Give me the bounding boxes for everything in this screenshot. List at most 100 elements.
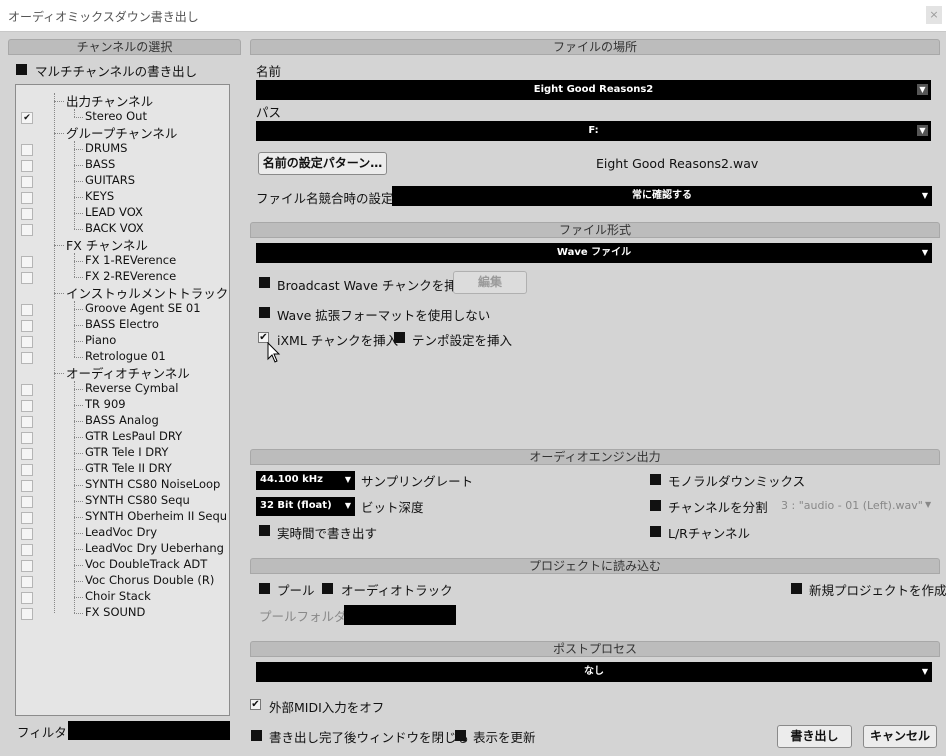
tree-connector — [74, 501, 83, 502]
split-preview[interactable]: 3 : "audio - 01 (Left).wav" — [781, 499, 923, 512]
channel-checkbox[interactable]: ✔ — [21, 112, 33, 124]
channel-checkbox[interactable] — [21, 400, 33, 412]
channel-checkbox[interactable] — [21, 160, 33, 172]
channel-checkbox[interactable] — [21, 576, 33, 588]
tree-connector — [54, 293, 64, 294]
tree-channel-row[interactable]: Voc Chorus Double (R) — [16, 573, 229, 589]
channel-checkbox[interactable] — [21, 432, 33, 444]
export-button[interactable]: 書き出し — [777, 725, 852, 748]
format-dropdown[interactable]: Wave ファイル ▼ — [256, 243, 932, 263]
pool-folder-field[interactable] — [344, 605, 456, 625]
channel-checkbox[interactable] — [21, 320, 33, 332]
channel-checkbox[interactable] — [21, 384, 33, 396]
channel-checkbox[interactable] — [21, 256, 33, 268]
channel-checkbox[interactable] — [21, 560, 33, 572]
ixml-label: iXML チャンクを挿入 — [277, 333, 399, 348]
channel-label: LeadVoc Dry Ueberhang — [85, 541, 224, 555]
channel-tree[interactable]: 出力チャンネル ✔ Stereo Out グループチャンネル DRUMS BASS GUIT… — [15, 84, 230, 716]
chevron-down-icon[interactable]: ▼ — [925, 500, 931, 509]
tree-channel-row[interactable]: GTR Tele II DRY — [16, 461, 229, 477]
naming-pattern-button[interactable]: 名前の設定パターン… — [258, 152, 387, 175]
channel-checkbox[interactable] — [21, 528, 33, 540]
tree-channel-row[interactable]: GUITARS — [16, 173, 229, 189]
lr-checkbox[interactable] — [650, 526, 661, 537]
tree-channel-row[interactable]: LEAD VOX — [16, 205, 229, 221]
tree-channel-row[interactable]: Reverse Cymbal — [16, 381, 229, 397]
tree-channel-row[interactable]: KEYS — [16, 189, 229, 205]
name-value: Eight Good Reasons2 — [533, 84, 654, 95]
tree-channel-row[interactable]: GTR Tele I DRY — [16, 445, 229, 461]
close-icon[interactable]: × — [926, 6, 942, 24]
midi-off-checkbox[interactable]: ✔ — [250, 699, 261, 710]
bit-depth-value: 32 Bit (float) — [260, 500, 332, 511]
path-field[interactable]: F: ▼ — [256, 121, 931, 141]
channel-checkbox[interactable] — [21, 512, 33, 524]
broadcast-checkbox[interactable] — [259, 277, 270, 288]
lr-label: L/Rチャンネル — [668, 526, 750, 541]
file-location-header: ファイルの場所 — [250, 39, 940, 55]
channel-checkbox[interactable] — [21, 464, 33, 476]
tree-channel-row[interactable]: SYNTH CS80 Sequ — [16, 493, 229, 509]
new-project-checkbox[interactable] — [791, 583, 802, 594]
channel-checkbox[interactable] — [21, 544, 33, 556]
channel-label: SYNTH Oberheim II Sequ — [85, 509, 228, 523]
tree-channel-row[interactable]: SYNTH CS80 NoiseLoop — [16, 477, 229, 493]
audio-track-checkbox[interactable] — [322, 583, 333, 594]
tree-connector — [74, 341, 83, 342]
tree-channel-row[interactable]: Piano — [16, 333, 229, 349]
tree-channel-row[interactable]: LeadVoc Dry — [16, 525, 229, 541]
chevron-down-icon[interactable]: ▼ — [917, 84, 928, 95]
tree-channel-row[interactable]: Groove Agent SE 01 — [16, 301, 229, 317]
no-extended-checkbox[interactable] — [259, 307, 270, 318]
tree-channel-row[interactable]: BASS — [16, 157, 229, 173]
multichannel-checkbox[interactable] — [16, 64, 27, 75]
split-checkbox[interactable] — [650, 500, 661, 511]
tree-channel-row[interactable]: BASS Electro — [16, 317, 229, 333]
mono-label: モノラルダウンミックス — [668, 474, 806, 489]
tree-channel-row[interactable]: Choir Stack — [16, 589, 229, 605]
sample-rate-dropdown[interactable]: 44.100 kHz ▼ — [256, 471, 355, 490]
tree-channel-row[interactable]: Voc DoubleTrack ADT — [16, 557, 229, 573]
edit-button[interactable]: 編集 — [453, 271, 527, 294]
channel-checkbox[interactable] — [21, 352, 33, 364]
channel-label: GTR Tele I DRY — [85, 445, 169, 459]
midi-off-label: 外部MIDI入力をオフ — [269, 700, 385, 715]
tree-channel-row[interactable]: FX SOUND — [16, 605, 229, 621]
bit-depth-dropdown[interactable]: 32 Bit (float) ▼ — [256, 497, 355, 516]
channel-checkbox[interactable] — [21, 336, 33, 348]
channel-checkbox[interactable] — [21, 272, 33, 284]
tree-channel-row[interactable]: DRUMS — [16, 141, 229, 157]
channel-checkbox[interactable] — [21, 192, 33, 204]
tree-channel-row[interactable]: SYNTH Oberheim II Sequ — [16, 509, 229, 525]
tree-channel-row[interactable]: GTR LesPaul DRY — [16, 429, 229, 445]
tree-connector — [74, 325, 83, 326]
tempo-checkbox[interactable] — [394, 332, 405, 343]
realtime-checkbox[interactable] — [259, 525, 270, 536]
pool-checkbox[interactable] — [259, 583, 270, 594]
tree-group: グループチャンネル — [16, 125, 229, 141]
close-after-checkbox[interactable] — [251, 730, 262, 741]
conflict-dropdown[interactable]: 常に確認する ▼ — [392, 186, 932, 206]
channel-checkbox[interactable] — [21, 592, 33, 604]
channel-checkbox[interactable] — [21, 416, 33, 428]
tree-channel-row[interactable]: LeadVoc Dry Ueberhang — [16, 541, 229, 557]
channel-checkbox[interactable] — [21, 480, 33, 492]
mono-checkbox[interactable] — [650, 474, 661, 485]
channel-checkbox[interactable] — [21, 224, 33, 236]
post-process-dropdown[interactable]: なし ▼ — [256, 662, 932, 682]
channel-checkbox[interactable] — [21, 496, 33, 508]
update-display-checkbox[interactable] — [455, 730, 466, 741]
channel-checkbox[interactable] — [21, 144, 33, 156]
channel-checkbox[interactable] — [21, 608, 33, 620]
name-field[interactable]: Eight Good Reasons2 ▼ — [256, 80, 931, 100]
tree-channel-row[interactable]: FX 1-REVerence — [16, 253, 229, 269]
channel-checkbox[interactable] — [21, 176, 33, 188]
filter-input[interactable] — [68, 721, 230, 740]
tree-channel-row[interactable]: BASS Analog — [16, 413, 229, 429]
channel-checkbox[interactable] — [21, 448, 33, 460]
channel-checkbox[interactable] — [21, 304, 33, 316]
tree-channel-row[interactable]: TR 909 — [16, 397, 229, 413]
channel-checkbox[interactable] — [21, 208, 33, 220]
cancel-button[interactable]: キャンセル — [863, 725, 937, 748]
chevron-down-icon[interactable]: ▼ — [917, 125, 928, 136]
